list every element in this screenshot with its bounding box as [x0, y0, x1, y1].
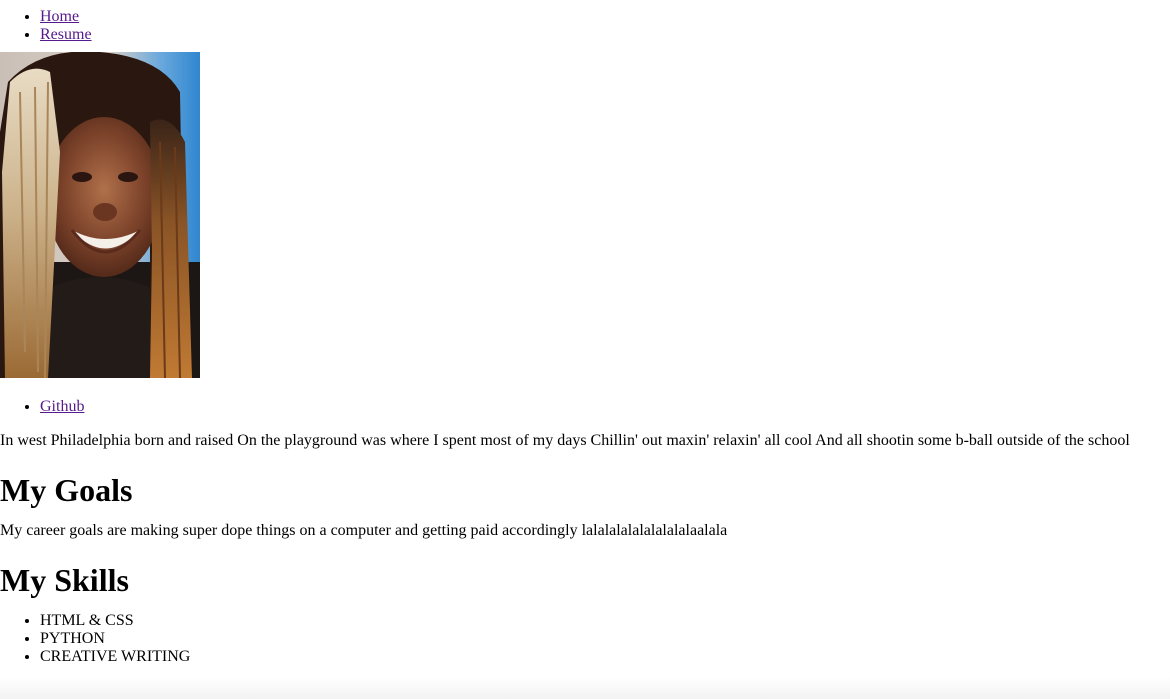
bio-text: In west Philadelphia born and raised On … — [0, 432, 1130, 449]
bottom-fade — [0, 677, 1170, 699]
main-nav: Home Resume — [0, 8, 1170, 44]
skill-item: PYTHON — [40, 630, 1170, 648]
link-item-github: Github — [40, 398, 1170, 416]
goals-text: My career goals are making super dope th… — [0, 522, 728, 539]
skill-item: HTML & CSS — [40, 612, 1170, 630]
home-link[interactable]: Home — [40, 8, 79, 25]
skill-item: CREATIVE WRITING — [40, 648, 1170, 666]
profile-photo-image — [0, 52, 200, 378]
profile-links: Github — [0, 398, 1170, 416]
nav-item-resume: Resume — [40, 26, 1170, 44]
profile-photo — [0, 52, 200, 378]
skills-list: HTML & CSS PYTHON CREATIVE WRITING — [0, 612, 1170, 666]
resume-link[interactable]: Resume — [40, 26, 92, 43]
goals-heading: My Goals — [0, 472, 133, 508]
github-link[interactable]: Github — [40, 398, 84, 415]
skills-heading: My Skills — [0, 562, 129, 598]
nav-item-home: Home — [40, 8, 1170, 26]
